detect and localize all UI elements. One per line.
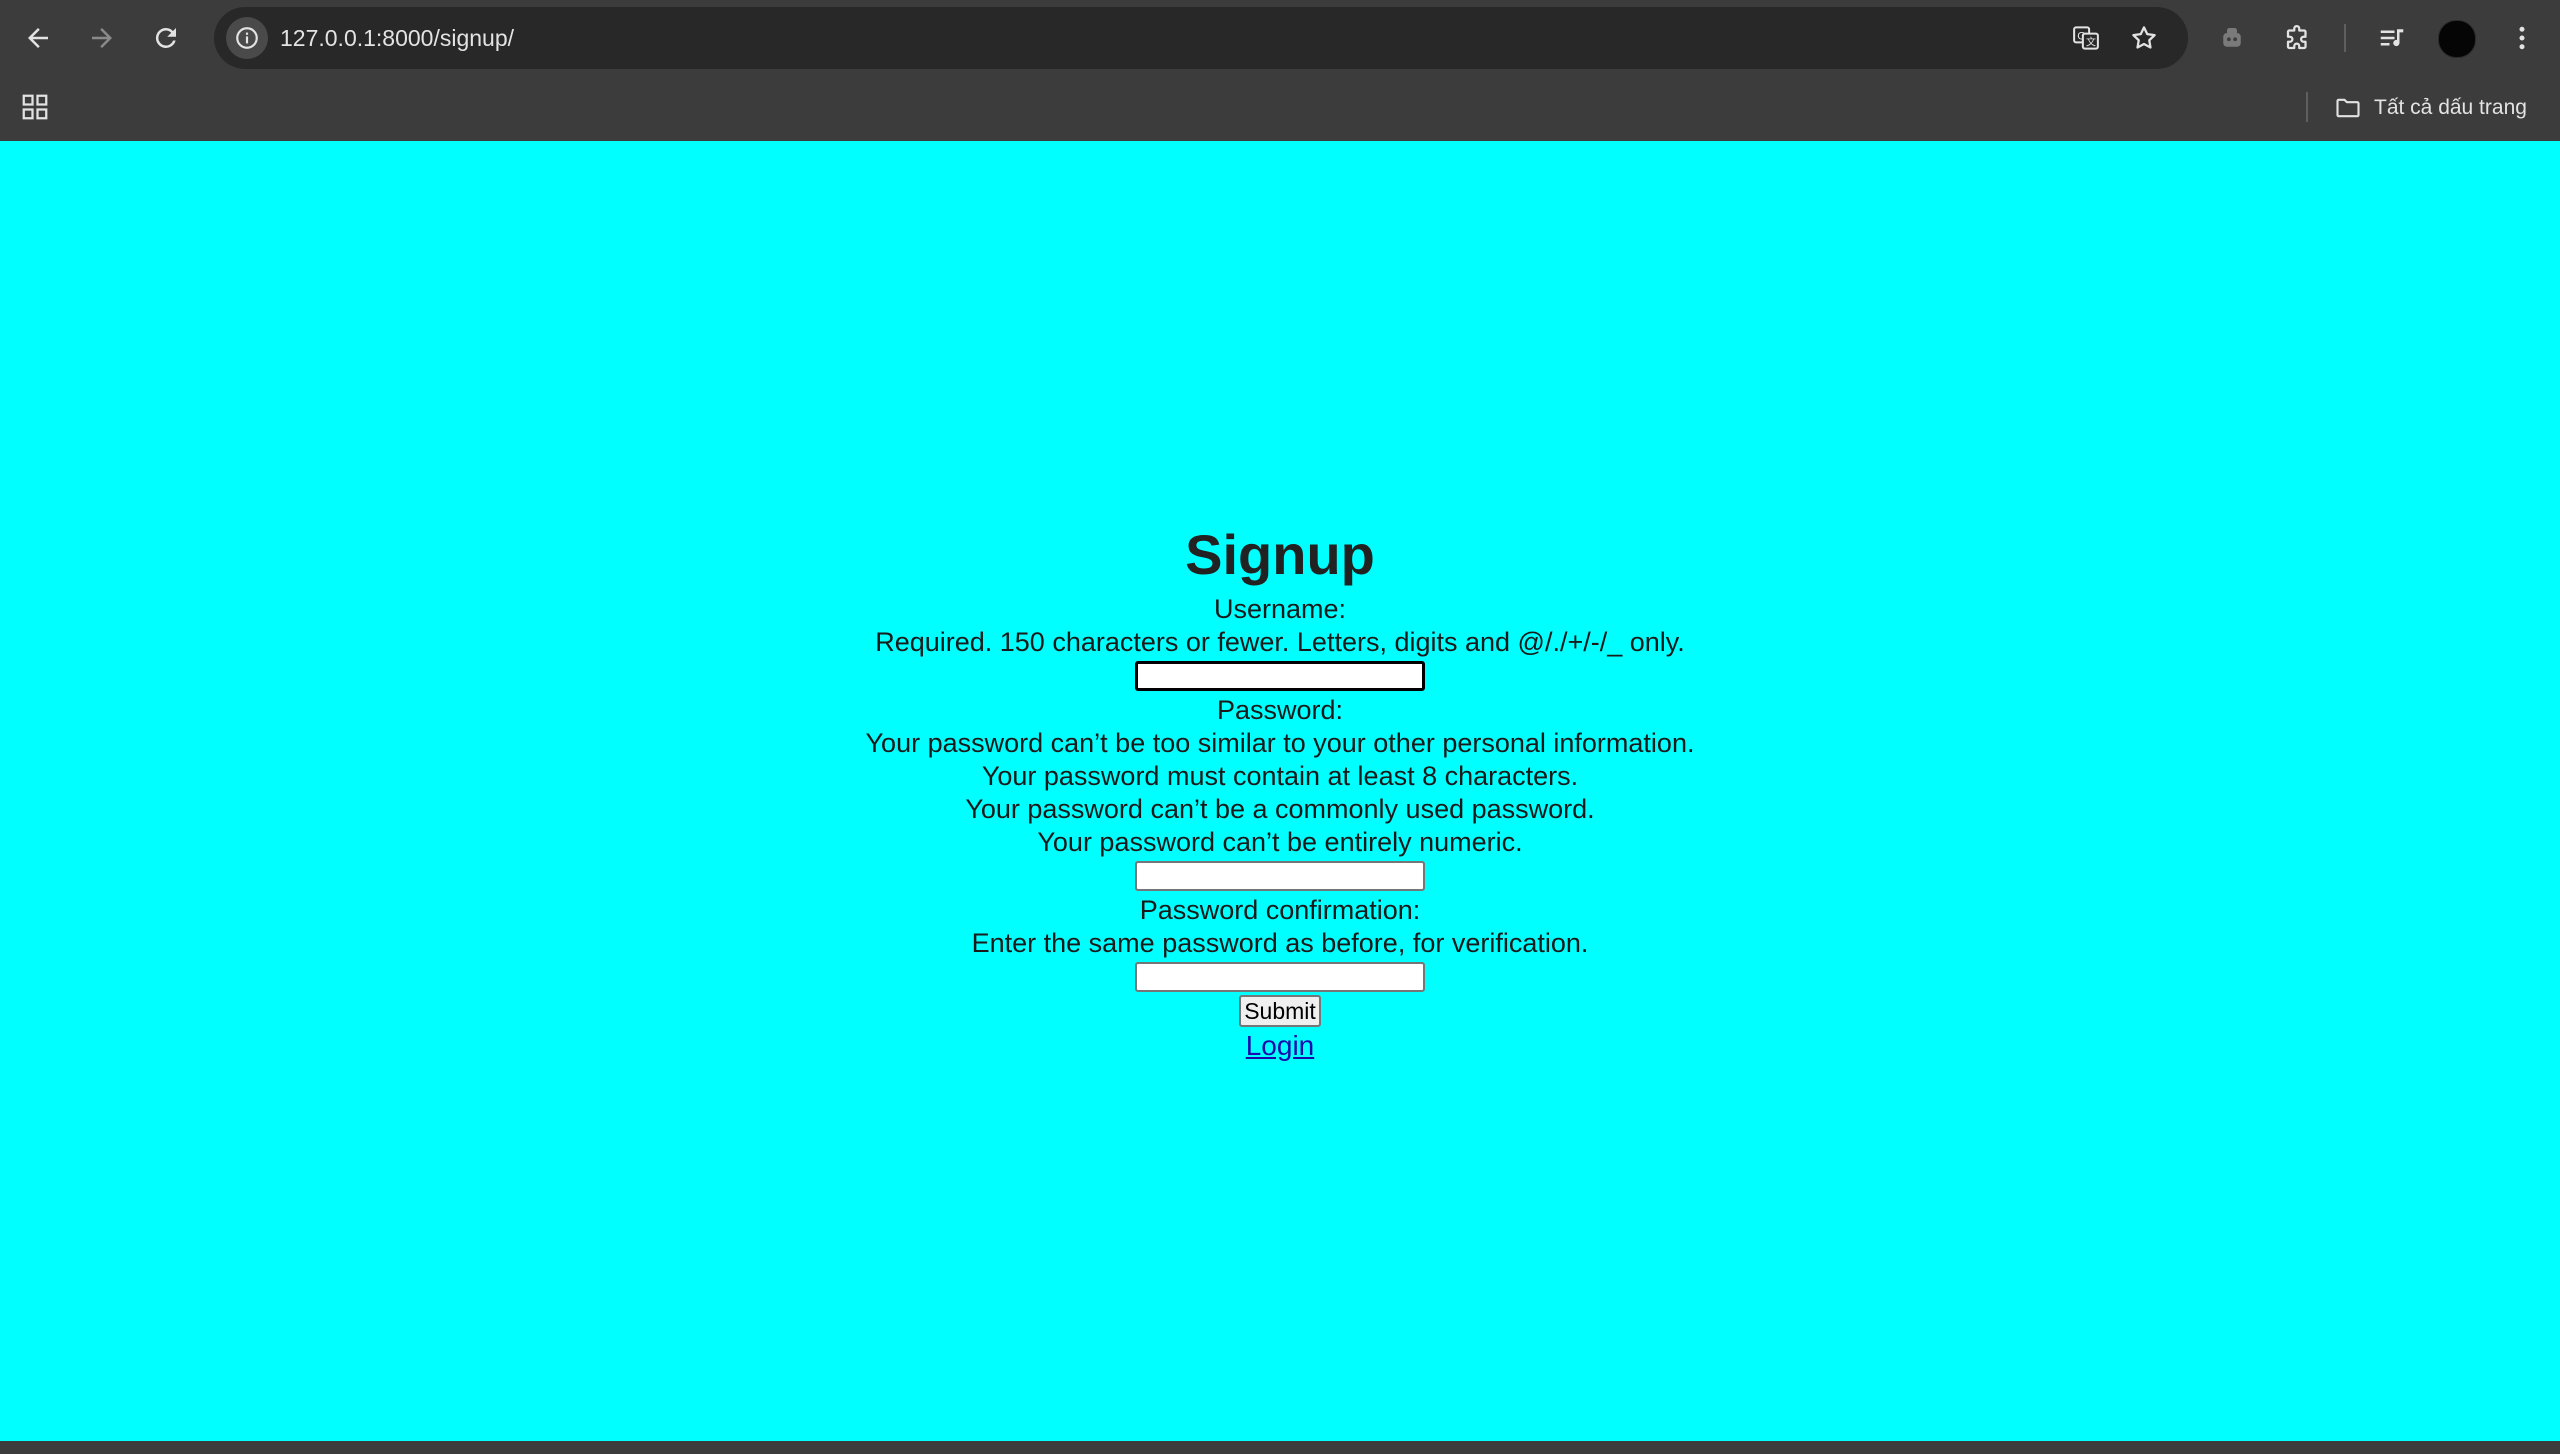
media-icon <box>2380 29 2404 47</box>
extension-robot-button[interactable] <box>2210 16 2254 60</box>
toolbar-separator <box>2344 24 2346 52</box>
signup-form: Signup Username: Required. 150 character… <box>0 521 2560 1063</box>
forward-icon <box>92 28 112 48</box>
profile-avatar[interactable] <box>2438 20 2476 58</box>
svg-text:文: 文 <box>2086 36 2096 49</box>
url-text[interactable]: 127.0.0.1:8000/signup/ <box>280 7 514 69</box>
password-help-item: Your password must contain at least 8 ch… <box>981 761 1579 791</box>
username-label: Username: <box>1213 594 1347 624</box>
star-icon <box>2132 26 2156 49</box>
translate-button[interactable]: G文 <box>2066 18 2106 58</box>
browser-toolbar: 127.0.0.1:8000/signup/ G文 <box>0 0 2560 76</box>
address-bar[interactable]: 127.0.0.1:8000/signup/ G文 <box>214 7 2188 69</box>
back-button[interactable] <box>14 14 62 62</box>
password-confirmation-label: Password confirmation: <box>1139 895 1421 925</box>
folder-icon <box>2336 98 2360 118</box>
translate-icon: G文 <box>2073 26 2099 50</box>
password-help-item: Your password can’t be entirely numeric. <box>1037 827 1523 857</box>
forward-button[interactable] <box>78 14 126 62</box>
media-control-button[interactable] <box>2370 16 2414 60</box>
password-confirmation-input[interactable] <box>1135 962 1425 992</box>
bookmark-star-button[interactable] <box>2124 18 2164 58</box>
username-help-text: Required. 150 characters or fewer. Lette… <box>875 627 1685 657</box>
reload-button[interactable] <box>142 14 190 62</box>
site-info-button[interactable] <box>226 17 268 59</box>
extensions-button[interactable] <box>2276 16 2320 60</box>
all-bookmarks-button[interactable]: Tất cả dấu trang <box>2334 84 2527 132</box>
login-link[interactable]: Login <box>1246 1030 1315 1061</box>
extensions-icon <box>2286 25 2307 50</box>
page-body: Signup Username: Required. 150 character… <box>0 141 2560 1441</box>
password-confirmation-help-text: Enter the same password as before, for v… <box>971 928 1589 958</box>
chrome-menu-button[interactable] <box>2500 16 2544 60</box>
password-input[interactable] <box>1135 861 1425 891</box>
username-input[interactable] <box>1135 661 1425 691</box>
browser-chrome: 127.0.0.1:8000/signup/ G文 Tất cả dấu tra… <box>0 0 2560 141</box>
site-info-icon <box>236 27 258 49</box>
back-icon <box>28 28 48 48</box>
reload-icon <box>155 27 176 48</box>
password-label: Password: <box>1216 695 1344 725</box>
all-bookmarks-label: Tất cả dấu trang <box>2374 96 2527 119</box>
password-help-item: Your password can’t be a commonly used p… <box>965 794 1595 824</box>
bottom-edge <box>0 1441 2560 1454</box>
bookmarks-separator <box>2306 92 2308 122</box>
bookmarks-bar: Tất cả dấu trang <box>0 76 2560 141</box>
password-help-item: Your password can’t be too similar to yo… <box>865 728 1695 758</box>
apps-button[interactable] <box>16 88 54 126</box>
apps-icon <box>22 94 48 120</box>
menu-icon <box>2519 26 2525 50</box>
submit-button[interactable]: Submit <box>1239 995 1321 1027</box>
page-title: Signup <box>1185 523 1375 586</box>
robot-icon <box>2223 28 2241 47</box>
